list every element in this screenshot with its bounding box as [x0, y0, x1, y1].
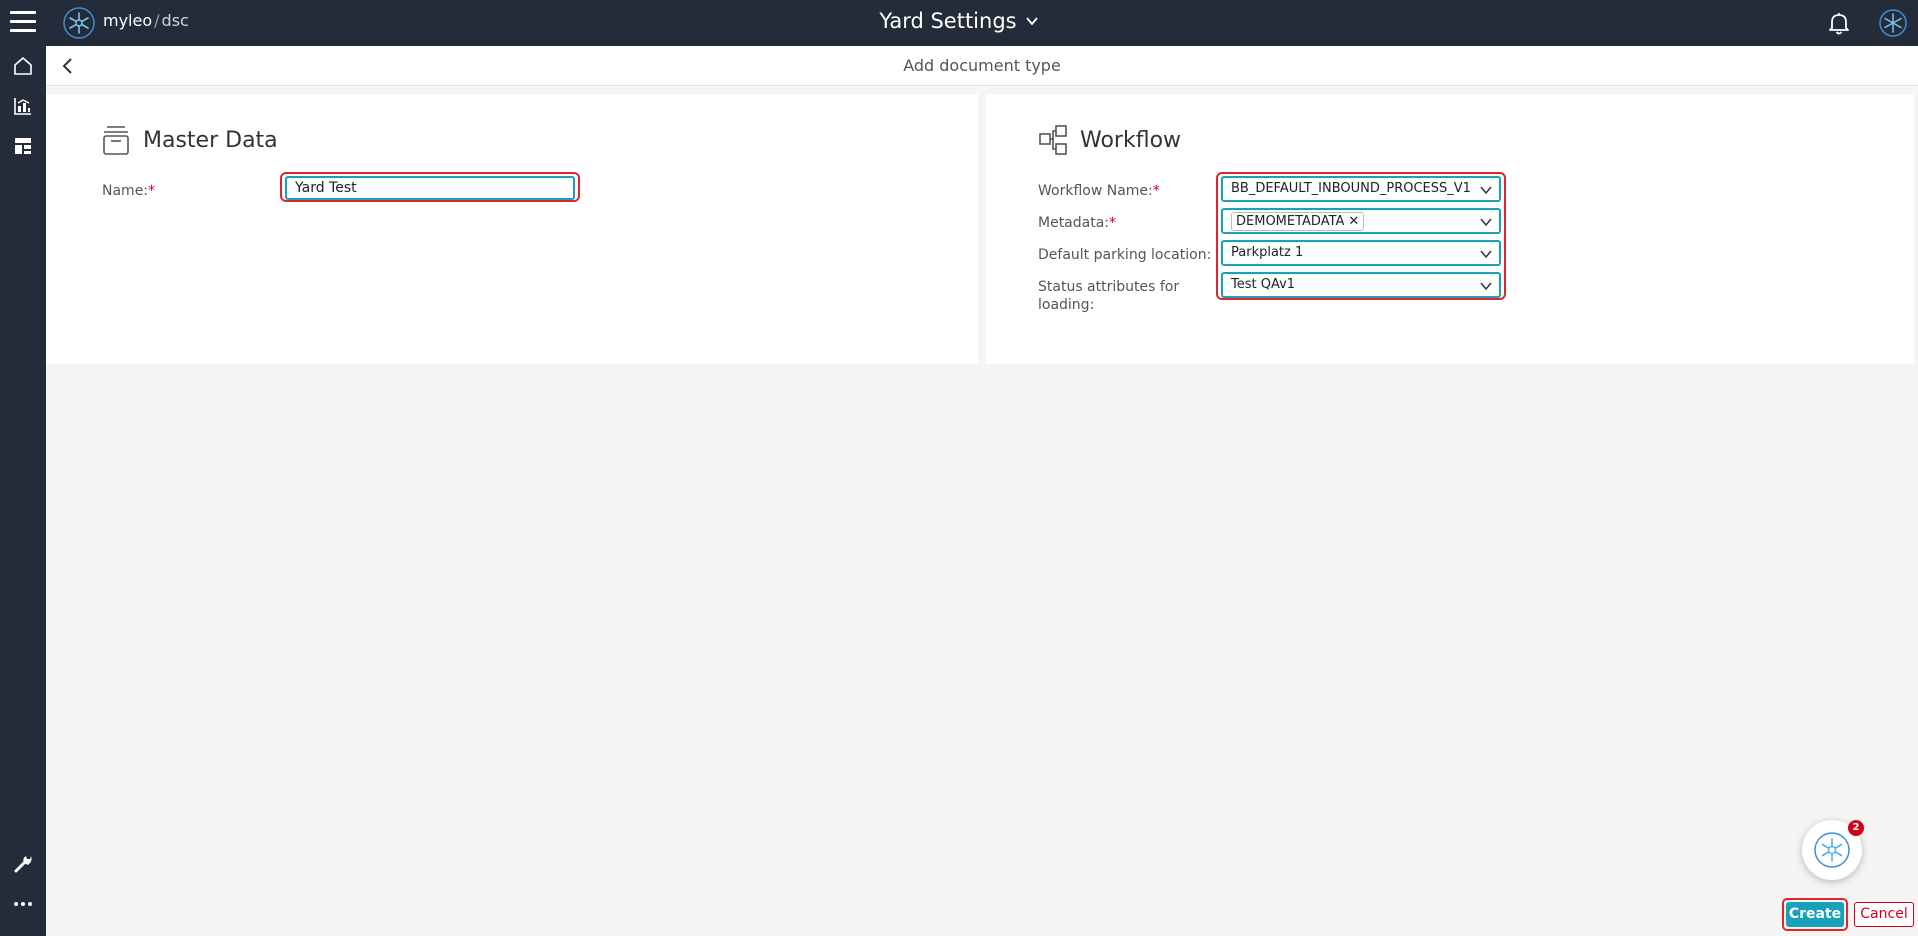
archive-box-icon: [103, 126, 129, 155]
chevron-down-icon: [1480, 250, 1492, 259]
sidebar: [0, 46, 46, 936]
hamburger-menu-icon[interactable]: [10, 11, 36, 33]
status-attributes-label: Status attributes for loading:: [1038, 279, 1180, 313]
brand-name: myleo / dsc: [103, 11, 189, 30]
bell-icon[interactable]: [1826, 10, 1852, 36]
master-data-panel: Master Data Name:*: [46, 94, 978, 364]
parking-label: Default parking location:: [1038, 247, 1212, 263]
sidebar-more[interactable]: [0, 884, 46, 924]
chevron-down-icon: [1480, 282, 1492, 291]
cancel-button[interactable]: Cancel: [1854, 902, 1914, 927]
assistant-snowflake-icon: [1814, 832, 1850, 868]
name-label: Name:*: [102, 183, 156, 199]
subheader: Add document type: [46, 46, 1918, 86]
chart-icon: [14, 98, 31, 115]
workflow-name-label: Workflow Name:*: [1038, 183, 1160, 199]
subheader-title: Add document type: [903, 56, 1061, 75]
top-bar: myleo / dsc Yard Settings: [0, 0, 1918, 46]
workflow-title: Workflow: [1080, 127, 1182, 153]
home-icon: [14, 57, 32, 75]
notification-badge: 2: [1848, 820, 1864, 836]
master-data-title: Master Data: [143, 127, 278, 153]
sidebar-dashboard[interactable]: [0, 126, 46, 166]
yard-settings-dropdown[interactable]: Yard Settings: [879, 9, 1038, 33]
workflow-name-select[interactable]: BB_DEFAULT_INBOUND_PROCESS_V1: [1221, 176, 1501, 202]
workflow-panel: Workflow Workflow Name:* Metadata:* Defa…: [986, 94, 1914, 364]
remove-tag-icon[interactable]: ✕: [1348, 214, 1359, 229]
brand-logo-icon: [63, 7, 95, 39]
chevron-down-icon: [1025, 17, 1038, 26]
dashboard-icon: [15, 138, 31, 154]
sidebar-analytics[interactable]: [0, 86, 46, 126]
sidebar-home[interactable]: [0, 46, 46, 86]
workflow-header: Workflow: [1038, 124, 1181, 156]
metadata-tag: DEMOMETADATA ✕: [1231, 212, 1365, 231]
status-attributes-select[interactable]: Test QAv1: [1221, 272, 1501, 298]
chevron-down-icon: [1480, 218, 1492, 227]
page-title: Yard Settings: [0, 9, 1918, 33]
parking-location-select[interactable]: Parkplatz 1: [1221, 240, 1501, 266]
create-button[interactable]: Create: [1786, 902, 1844, 927]
wrench-icon: [14, 856, 32, 873]
master-data-header: Master Data: [101, 124, 278, 156]
metadata-select[interactable]: DEMOMETADATA ✕: [1221, 208, 1501, 234]
workflow-icon: [1039, 125, 1067, 155]
user-profile-icon[interactable]: [1878, 8, 1908, 38]
more-icon: [14, 902, 32, 906]
sidebar-tools[interactable]: [0, 844, 46, 884]
chevron-down-icon: [1480, 186, 1492, 195]
metadata-label: Metadata:*: [1038, 215, 1117, 231]
name-input[interactable]: [285, 176, 575, 200]
